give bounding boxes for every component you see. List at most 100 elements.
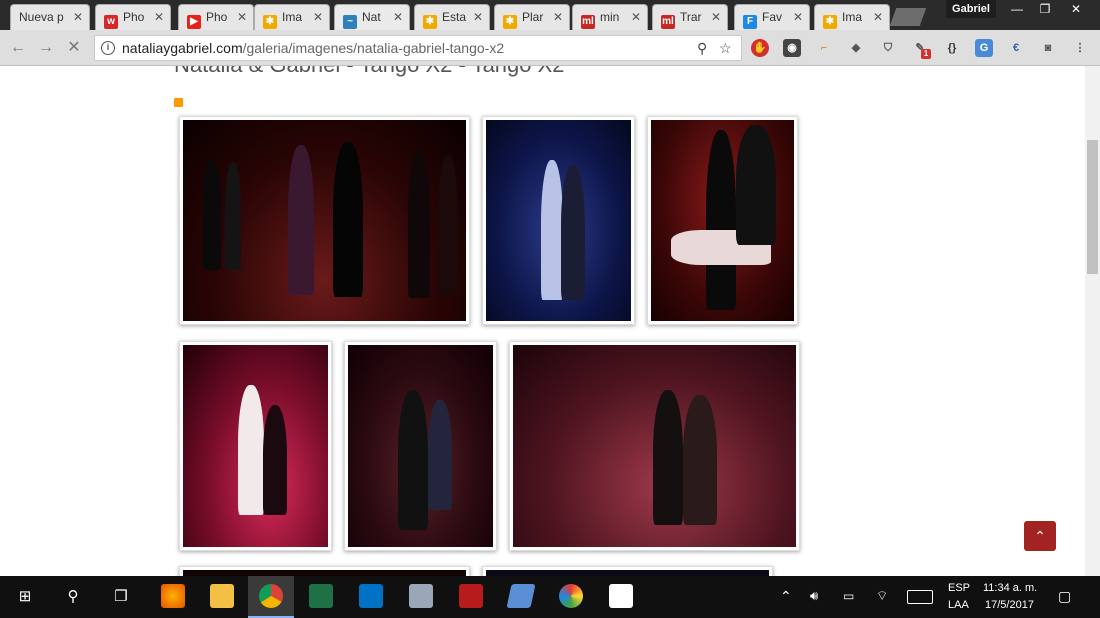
photo-3[interactable] xyxy=(647,116,798,325)
tab-6[interactable]: ✱ Esta ✕ xyxy=(414,4,490,30)
info-icon[interactable]: i xyxy=(101,41,115,55)
tab-label: Plar xyxy=(522,10,544,24)
tab-favicon-icon: ▶ xyxy=(187,15,201,29)
stop-icon[interactable]: ✕ xyxy=(64,38,84,58)
excel-icon[interactable] xyxy=(309,584,333,608)
tab-label: min xyxy=(600,10,620,24)
tab-4[interactable]: ✱ Ima ✕ xyxy=(254,4,330,30)
firefox-icon[interactable] xyxy=(161,584,185,608)
tab-7[interactable]: ✱ Plar ✕ xyxy=(494,4,570,30)
photo-6[interactable] xyxy=(509,341,800,551)
adblock-icon[interactable]: ✋ xyxy=(751,39,769,57)
tab-10[interactable]: F Fav ✕ xyxy=(734,4,810,30)
tab-label: Ima xyxy=(842,10,863,24)
camera-icon[interactable]: ◙ xyxy=(1039,39,1057,57)
tab-favicon-icon: ✱ xyxy=(503,15,517,29)
clock-date[interactable]: 17/5/2017 xyxy=(985,599,1034,611)
photo-5[interactable] xyxy=(344,341,497,551)
tab-close-icon[interactable]: ✕ xyxy=(873,5,883,29)
currency-icon[interactable]: € xyxy=(1007,39,1025,57)
new-tab-button[interactable] xyxy=(889,8,927,26)
scrollbar-thumb[interactable] xyxy=(1087,140,1098,274)
photo-7[interactable] xyxy=(179,566,470,576)
volume-icon[interactable]: 🔊︎ xyxy=(810,588,818,604)
remote-desktop-icon[interactable] xyxy=(409,584,433,608)
wifi-icon[interactable]: ⌔ xyxy=(876,588,888,604)
picasa-icon[interactable] xyxy=(559,584,583,608)
outlook-icon[interactable] xyxy=(359,584,383,608)
wrench-icon[interactable]: ✎ 1 xyxy=(911,39,931,59)
tab-label: Trar xyxy=(680,10,702,24)
profile-button[interactable]: Gabriel xyxy=(946,0,996,18)
dropbox-icon[interactable]: ◆ xyxy=(847,39,865,57)
tab-favicon-icon: ✱ xyxy=(823,15,837,29)
tab-label: Fav xyxy=(762,10,783,24)
bookmark-star-icon[interactable]: ☆ xyxy=(719,40,732,57)
language-indicator[interactable]: ESP xyxy=(948,582,970,594)
zoom-icon[interactable]: ⚲ xyxy=(697,40,707,57)
tab-favicon-icon: ✱ xyxy=(423,15,437,29)
tab-favicon-icon: w xyxy=(104,15,118,29)
keyboard-icon[interactable] xyxy=(907,590,933,604)
restore-icon[interactable]: ❐ xyxy=(1031,0,1059,18)
rss-icon[interactable] xyxy=(174,98,183,107)
notes-icon[interactable] xyxy=(506,584,536,608)
translate-icon[interactable]: G xyxy=(975,39,993,57)
page-content: Natalia & Gabriel - Tango X2 - Tango X2 xyxy=(0,66,1085,576)
clock-time[interactable]: 11:34 a. m. xyxy=(983,582,1037,594)
show-hidden-icons[interactable]: ⌃ xyxy=(780,588,792,605)
photo-2[interactable] xyxy=(482,116,635,325)
tab-3[interactable]: ▶ Pho ✕ xyxy=(178,4,254,30)
close-window-icon[interactable]: ✕ xyxy=(1060,0,1092,18)
page-title: Natalia & Gabriel - Tango X2 - Tango X2 xyxy=(174,66,565,78)
windows-start-icon[interactable]: ⊞ xyxy=(10,582,40,612)
tab-1[interactable]: Nueva p ✕ xyxy=(10,4,90,30)
tab-close-icon[interactable]: ✕ xyxy=(553,5,563,29)
chrome-taskbar-item[interactable] xyxy=(248,576,294,618)
photo-8[interactable] xyxy=(482,566,773,576)
tab-close-icon[interactable]: ✕ xyxy=(154,5,164,29)
tab-label: Esta xyxy=(442,10,467,24)
back-to-top-button[interactable]: ⌃ xyxy=(1024,521,1056,551)
tab-5[interactable]: ~ Nat ✕ xyxy=(334,4,410,30)
photo-4[interactable] xyxy=(179,341,332,551)
url-text[interactable]: nataliaygabriel.com/galeria/imagenes/nat… xyxy=(122,40,504,56)
tab-favicon-icon: ~ xyxy=(343,15,357,29)
battery-icon[interactable]: ▭ xyxy=(843,589,854,603)
forward-icon[interactable]: → xyxy=(36,38,56,58)
minimize-icon[interactable]: — xyxy=(1003,0,1031,18)
url-path: /galeria/imagenes/natalia-gabriel-tango-… xyxy=(242,40,505,56)
file-explorer-icon[interactable] xyxy=(210,584,234,608)
filezilla-icon[interactable] xyxy=(459,584,483,608)
tab-close-icon[interactable]: ✕ xyxy=(473,5,483,29)
tab-close-icon[interactable]: ✕ xyxy=(631,5,641,29)
menu-icon[interactable]: ⋮ xyxy=(1071,39,1089,57)
extension-icon[interactable]: ◉ xyxy=(783,39,801,57)
photo-1[interactable] xyxy=(179,116,470,325)
keyboard-layout-indicator[interactable]: LAA xyxy=(948,599,969,611)
tab-2[interactable]: w Pho ✕ xyxy=(95,4,171,30)
tab-favicon-icon: ✱ xyxy=(263,15,277,29)
json-icon[interactable]: {} xyxy=(943,39,961,57)
task-view-icon[interactable]: ❐ xyxy=(106,582,136,612)
tab-8[interactable]: ml min ✕ xyxy=(572,4,648,30)
url-host: nataliaygabriel.com xyxy=(122,40,243,56)
action-center-icon[interactable]: ▢ xyxy=(1058,588,1071,605)
tab-close-icon[interactable]: ✕ xyxy=(313,5,323,29)
tab-11[interactable]: ✱ Ima ✕ xyxy=(814,4,890,30)
tab-close-icon[interactable]: ✕ xyxy=(793,5,803,29)
tab-close-icon[interactable]: ✕ xyxy=(393,5,403,29)
shield-icon[interactable]: ⛉ xyxy=(879,39,897,57)
tab-strip: Nueva p ✕ w Pho ✕ ▶ Pho ✕ ✱ Ima ✕ ~ Nat ✕ ✱ Esta ✕ ✱ Plar ✕… xyxy=(0,0,1100,30)
back-icon[interactable]: ← xyxy=(8,38,28,58)
address-bar[interactable]: i nataliaygabriel.com/galeria/imagenes/n… xyxy=(94,35,742,61)
tab-close-icon[interactable]: ✕ xyxy=(73,5,83,29)
measure-icon[interactable]: ⌐ xyxy=(815,39,833,57)
tab-close-icon[interactable]: ✕ xyxy=(237,5,247,29)
search-icon[interactable]: ⚲ xyxy=(58,582,88,612)
calendar-icon[interactable] xyxy=(609,584,633,608)
tab-label: Ima xyxy=(282,10,303,24)
tab-favicon-icon: ml xyxy=(581,15,595,29)
tab-close-icon[interactable]: ✕ xyxy=(711,5,721,29)
tab-9[interactable]: ml Trar ✕ xyxy=(652,4,728,30)
